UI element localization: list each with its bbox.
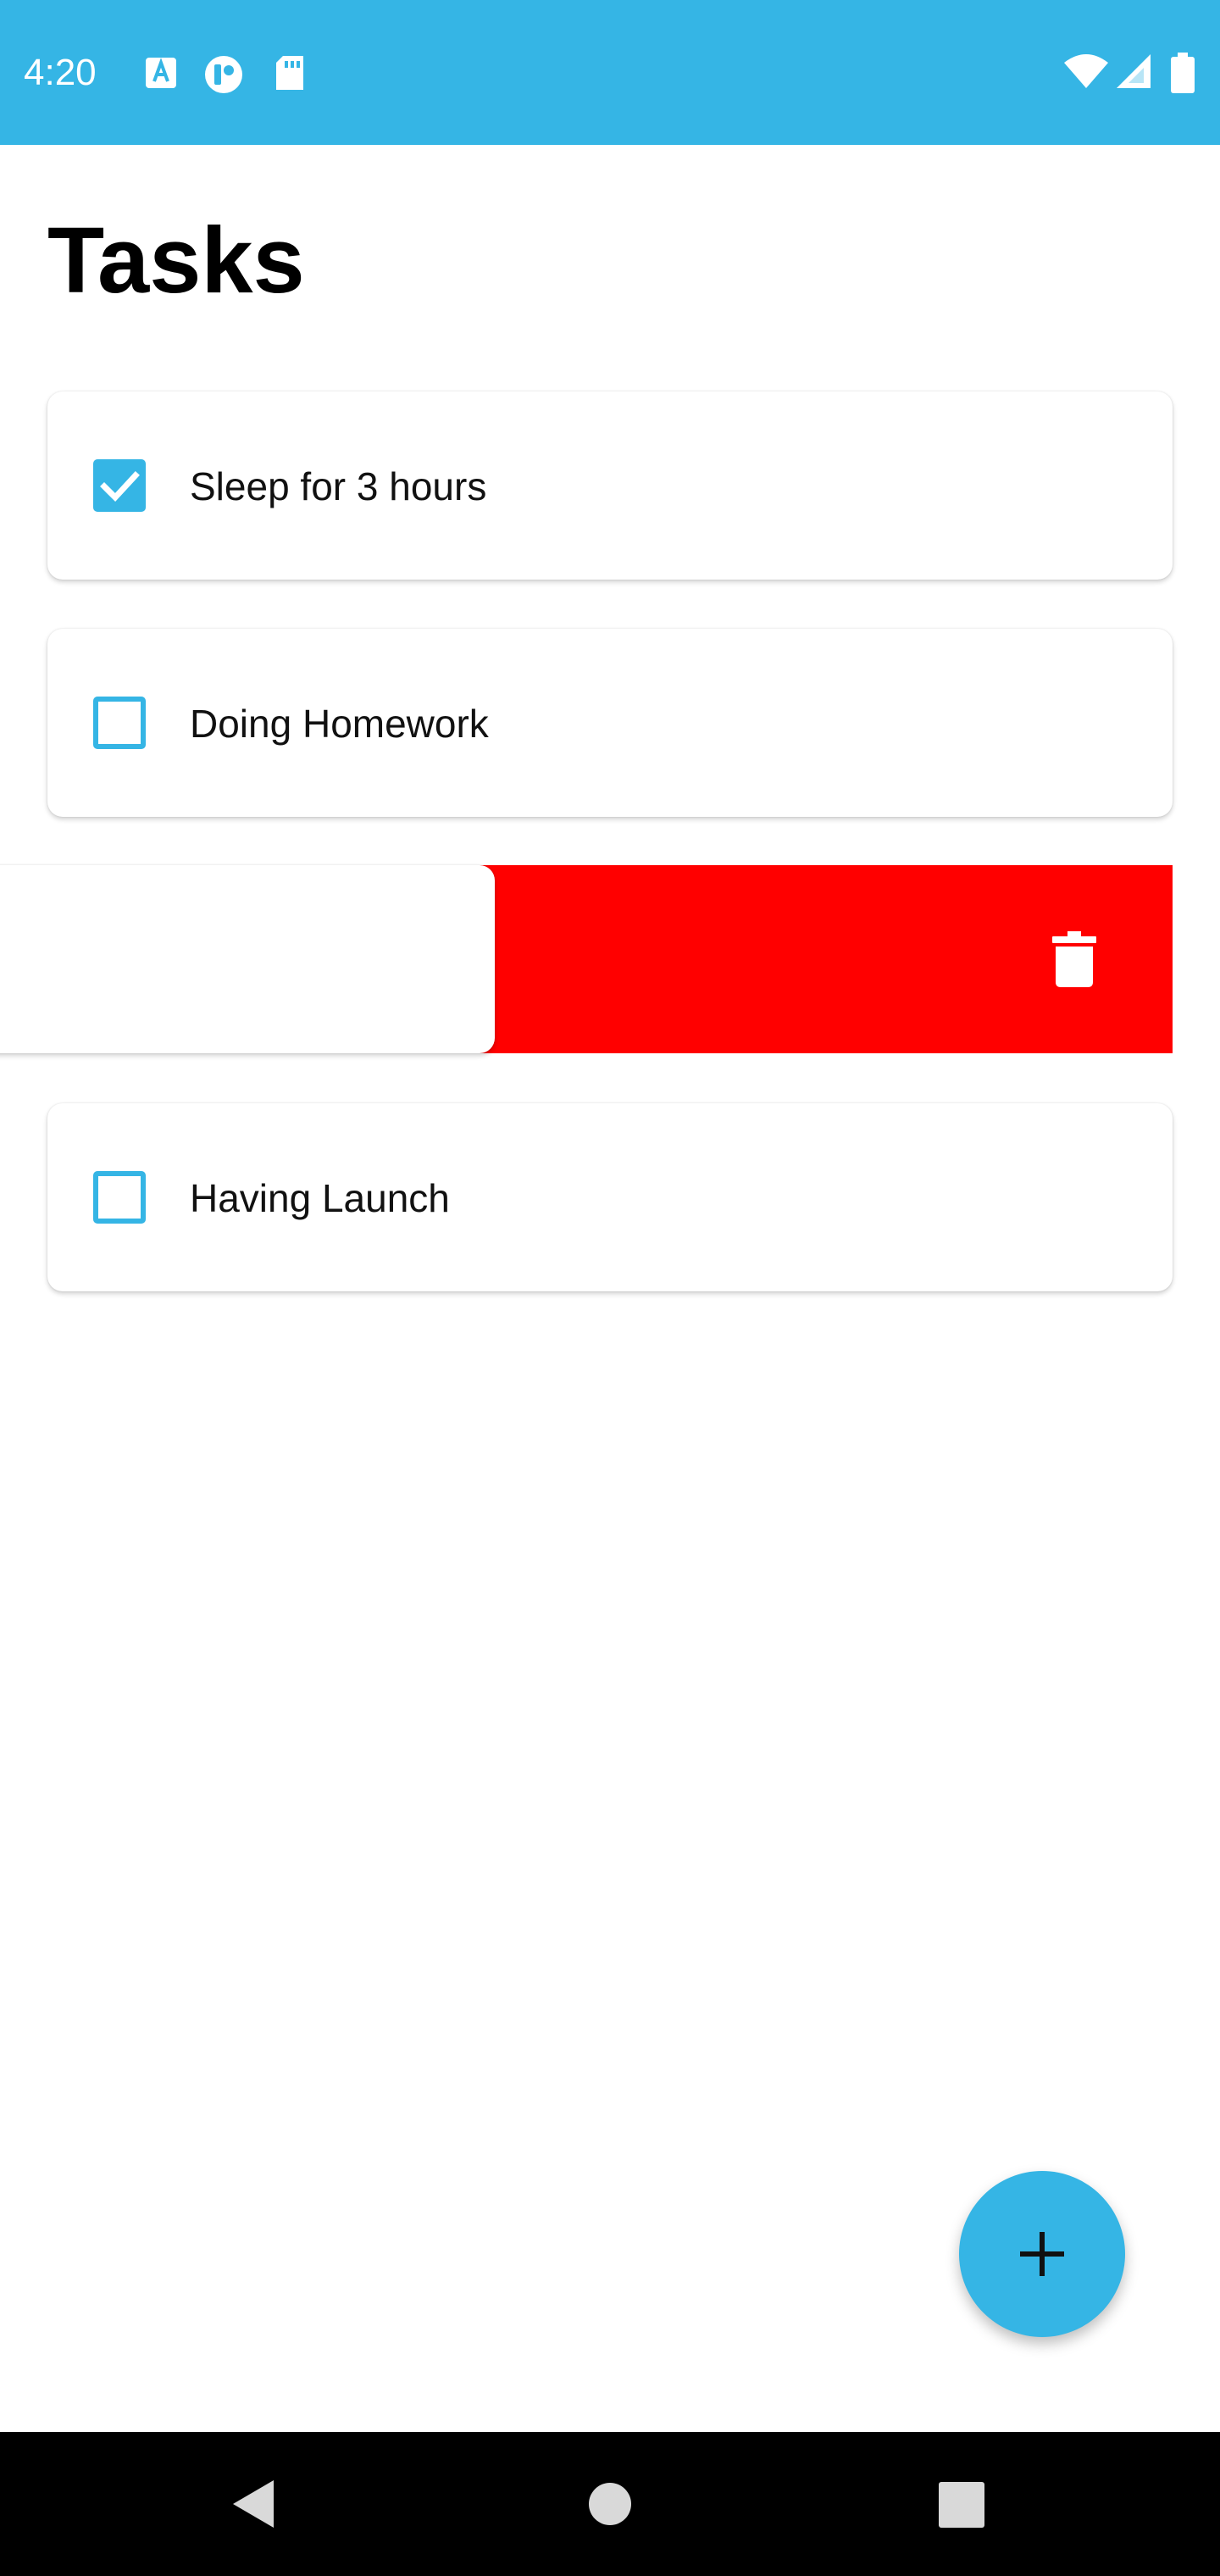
task-card[interactable]: Having Launch [47, 1103, 1173, 1291]
task-label: Sleep for 3 hours [190, 464, 487, 508]
task-checkbox[interactable] [93, 459, 146, 512]
status-bar: 4:20 [0, 0, 1220, 145]
task-checkbox[interactable] [93, 1171, 146, 1224]
recents-button[interactable] [876, 2432, 1045, 2576]
plus-icon [1020, 2232, 1064, 2276]
task-label: Doing Homework [190, 702, 489, 746]
trash-icon [1051, 931, 1098, 987]
home-button[interactable] [525, 2432, 695, 2576]
navigation-bar [0, 2432, 1220, 2576]
task-card[interactable]: Sleep for 3 hours [47, 391, 1173, 580]
app-badge-icon [203, 54, 242, 93]
text-a-icon [142, 54, 180, 92]
add-task-button[interactable] [959, 2171, 1125, 2337]
task-checkbox[interactable] [93, 697, 146, 749]
page-title: Tasks [47, 208, 305, 313]
status-time: 4:20 [24, 52, 97, 93]
task-card-swiped[interactable] [0, 865, 495, 1053]
recents-icon [939, 2482, 984, 2528]
swipe-delete-background [474, 865, 1173, 1053]
sd-card-icon [273, 54, 310, 92]
back-icon [233, 2480, 274, 2528]
battery-icon [1171, 53, 1195, 97]
cellular-signal-icon [1115, 53, 1152, 94]
checkmark-icon [100, 471, 140, 502]
wifi-icon [1062, 53, 1110, 94]
task-label: Having Launch [190, 1176, 450, 1220]
home-icon [589, 2483, 631, 2525]
back-button[interactable] [169, 2432, 339, 2576]
task-card[interactable]: Doing Homework [47, 629, 1173, 817]
app-screen: 4:20 Tasks Sleep for 3 hours Doing Homew… [0, 0, 1220, 2576]
